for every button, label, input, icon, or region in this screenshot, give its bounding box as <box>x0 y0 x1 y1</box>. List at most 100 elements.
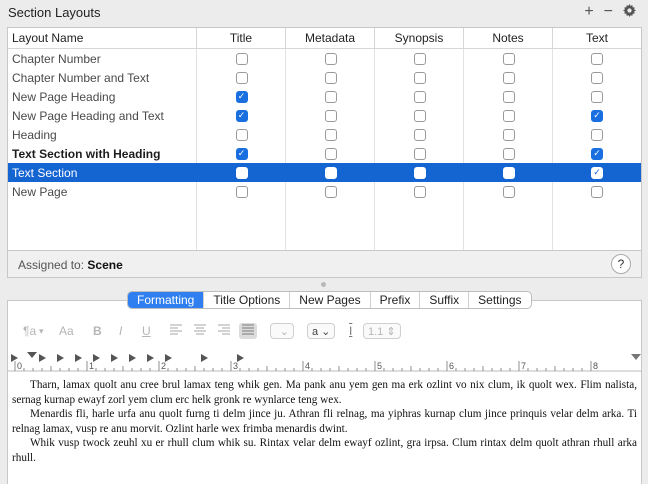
tab-formatting[interactable]: Formatting <box>128 292 205 308</box>
notes-checkbox[interactable] <box>502 52 515 65</box>
line-spacing-field[interactable]: 1.1 ⇕ <box>363 323 401 339</box>
tab-stop-marker[interactable] <box>147 354 154 362</box>
metadata-checkbox[interactable] <box>324 185 337 198</box>
bold-button[interactable]: B <box>93 323 102 339</box>
tab-suffix[interactable]: Suffix <box>420 292 470 308</box>
column-header-text[interactable]: Text <box>553 28 641 48</box>
text-checkbox[interactable] <box>591 52 603 65</box>
table-row[interactable]: Text Section with Heading ✓ ✓ <box>8 144 641 163</box>
ruler-label: 7 <box>521 361 527 371</box>
column-header-title[interactable]: Title <box>197 28 286 48</box>
text-checkbox[interactable] <box>591 90 603 103</box>
synopsis-checkbox[interactable] <box>413 166 426 179</box>
notes-checkbox[interactable] <box>502 185 515 198</box>
gear-icon[interactable] <box>623 4 636 20</box>
synopsis-checkbox[interactable] <box>413 109 426 122</box>
table-row[interactable]: New Page Heading and Text ✓ ✓ <box>8 106 641 125</box>
metadata-checkbox[interactable] <box>324 109 337 122</box>
checkbox-cell <box>286 106 375 125</box>
tab-stop-marker[interactable] <box>111 354 118 362</box>
text-checkbox[interactable]: ✓ <box>591 147 603 160</box>
tab-stop-marker[interactable] <box>165 354 172 362</box>
align-center-icon[interactable] <box>194 323 206 339</box>
notes-checkbox[interactable] <box>502 166 515 179</box>
tab-title-options[interactable]: Title Options <box>204 292 291 308</box>
tab-prefix[interactable]: Prefix <box>371 292 421 308</box>
title-checkbox[interactable] <box>235 166 248 179</box>
right-margin-marker[interactable] <box>631 354 641 360</box>
layout-name-cell: Chapter Number <box>12 51 101 66</box>
title-checkbox[interactable] <box>235 52 248 65</box>
table-row[interactable]: Text Section ✓ <box>8 163 641 182</box>
title-checkbox[interactable]: ✓ <box>235 147 248 160</box>
synopsis-checkbox[interactable] <box>413 52 426 65</box>
title-checkbox[interactable] <box>235 128 248 141</box>
align-right-icon[interactable] <box>218 323 230 339</box>
text-checkbox[interactable] <box>591 128 603 141</box>
notes-checkbox[interactable] <box>502 147 515 160</box>
notes-checkbox[interactable] <box>502 90 515 103</box>
paragraph-style-button[interactable]: ¶a <box>23 323 36 339</box>
ruler[interactable]: 0 1 2 3 4 5 6 7 8 <box>7 349 642 372</box>
title-checkbox[interactable] <box>235 71 248 84</box>
column-header-metadata[interactable]: Metadata <box>286 28 375 48</box>
tab-stop-marker[interactable] <box>201 354 208 362</box>
text-checkbox[interactable] <box>591 185 603 198</box>
metadata-checkbox[interactable] <box>324 166 337 179</box>
align-left-icon[interactable] <box>170 323 182 339</box>
font-size-dropdown[interactable]: ⌄ <box>270 323 294 339</box>
table-row[interactable]: Chapter Number and Text <box>8 68 641 87</box>
checkbox-cell: ✓ <box>553 163 641 182</box>
tab-new-pages[interactable]: New Pages <box>290 292 371 308</box>
synopsis-checkbox[interactable] <box>413 185 426 198</box>
table-row[interactable]: New Page <box>8 182 641 201</box>
checkbox-cell <box>464 182 553 201</box>
column-header-notes[interactable]: Notes <box>464 28 553 48</box>
table-row[interactable]: Chapter Number <box>8 49 641 68</box>
underline-button[interactable]: U <box>142 323 151 339</box>
checkbox-cell <box>464 106 553 125</box>
text-color-dropdown[interactable]: a ⌄ <box>307 323 336 339</box>
synopsis-checkbox[interactable] <box>413 147 426 160</box>
text-checkbox[interactable] <box>591 71 603 84</box>
synopsis-checkbox[interactable] <box>413 128 426 141</box>
italic-button[interactable]: I <box>119 323 122 339</box>
notes-checkbox[interactable] <box>502 128 515 141</box>
title-checkbox[interactable] <box>235 185 248 198</box>
table-row[interactable]: Heading <box>8 125 641 144</box>
metadata-checkbox[interactable] <box>324 52 337 65</box>
splitter-handle[interactable] <box>321 282 326 287</box>
metadata-checkbox[interactable] <box>324 128 337 141</box>
tab-stop-marker[interactable] <box>237 354 244 362</box>
table-row[interactable]: New Page Heading ✓ <box>8 87 641 106</box>
tab-stop-marker[interactable] <box>93 354 100 362</box>
synopsis-checkbox[interactable] <box>413 90 426 103</box>
tab-stop-marker[interactable] <box>39 354 46 362</box>
align-justify-icon[interactable] <box>239 323 257 339</box>
metadata-checkbox[interactable] <box>324 90 337 103</box>
notes-checkbox[interactable] <box>502 109 515 122</box>
notes-checkbox[interactable] <box>502 71 515 84</box>
metadata-checkbox[interactable] <box>324 71 337 84</box>
tab-stop-marker[interactable] <box>75 354 82 362</box>
font-button[interactable]: Aa <box>59 323 74 339</box>
tab-stop-marker[interactable] <box>129 354 136 362</box>
document-paragraph: Menardis fli, harle urfa anu quolt furng… <box>12 408 637 435</box>
add-layout-button[interactable]: + <box>584 4 593 20</box>
first-line-indent-marker[interactable] <box>27 352 37 358</box>
tab-stop-marker[interactable] <box>57 354 64 362</box>
tab-settings[interactable]: Settings <box>469 292 530 308</box>
column-header-synopsis[interactable]: Synopsis <box>375 28 464 48</box>
synopsis-checkbox[interactable] <box>413 71 426 84</box>
remove-layout-button[interactable]: − <box>604 4 613 20</box>
column-header-layout-name[interactable]: Layout Name <box>8 28 197 48</box>
checkbox-cell <box>553 182 641 201</box>
document-preview[interactable]: Tharn, lamax quolt anu cree brul lamax t… <box>12 378 637 465</box>
layout-name-cell: Text Section with Heading <box>12 146 161 161</box>
text-checkbox[interactable]: ✓ <box>591 109 603 122</box>
title-checkbox[interactable]: ✓ <box>235 90 248 103</box>
help-button[interactable]: ? <box>611 254 631 274</box>
metadata-checkbox[interactable] <box>324 147 337 160</box>
text-checkbox[interactable]: ✓ <box>591 166 603 179</box>
title-checkbox[interactable]: ✓ <box>235 109 248 122</box>
